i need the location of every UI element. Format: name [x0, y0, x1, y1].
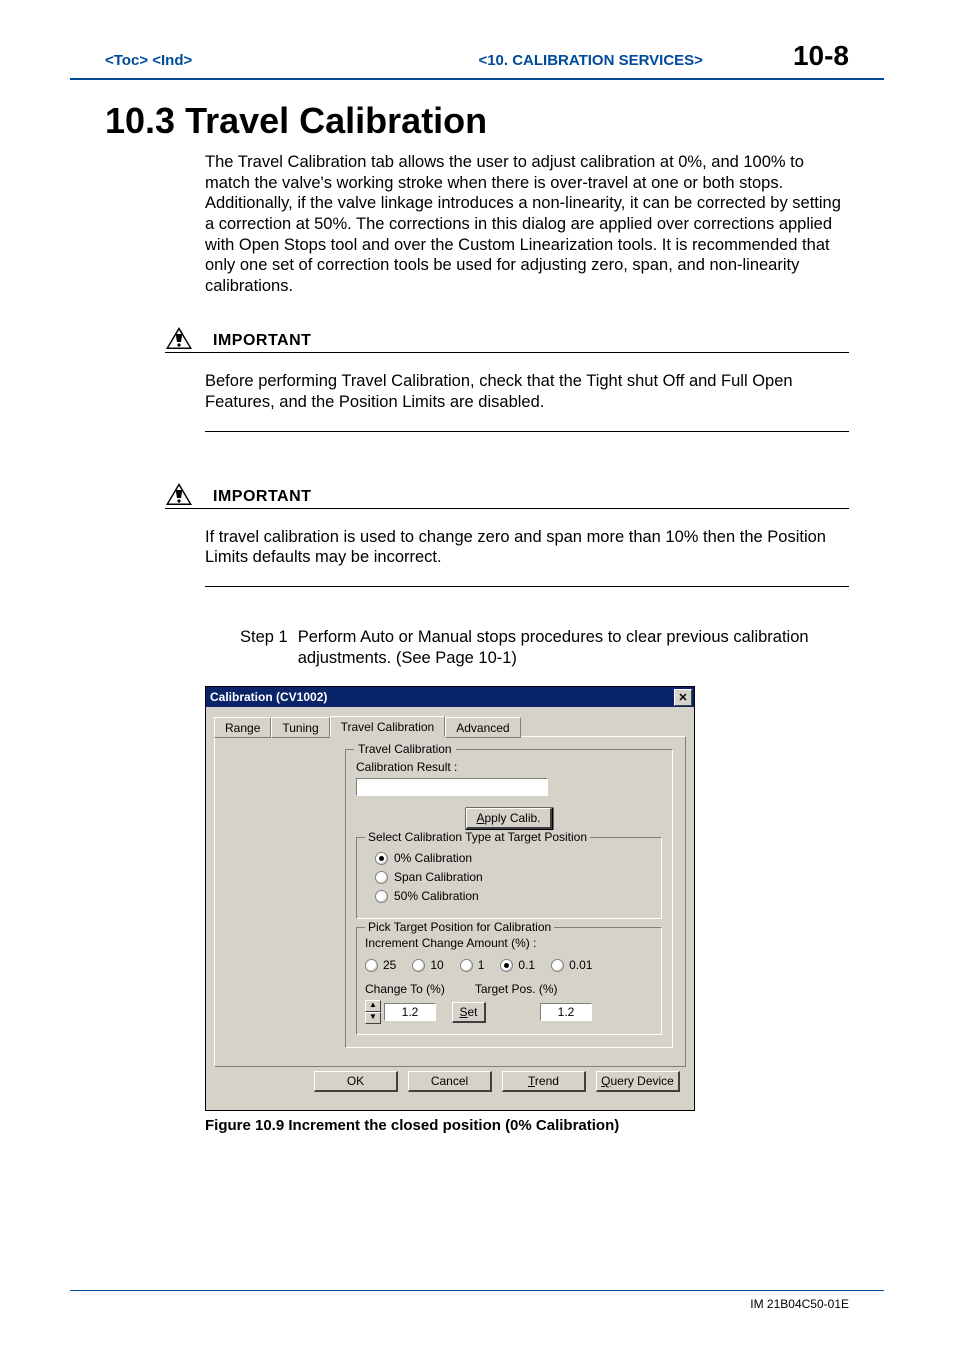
group-travel-calibration: Travel Calibration Calibration Result : …	[345, 749, 673, 1048]
tab-travel-calibration[interactable]: Travel Calibration	[330, 716, 446, 737]
query-device-button[interactable]: Query DeviceQuery Device	[596, 1071, 680, 1092]
figure-caption: Figure 10.9 Increment the closed positio…	[205, 1117, 884, 1134]
group-pick-target: Pick Target Position for Calibration Inc…	[356, 927, 662, 1035]
change-to-spinner[interactable]: ▲ ▼ 1.2	[365, 1000, 436, 1024]
change-to-input[interactable]: 1.2	[384, 1003, 436, 1021]
target-pos-label: Target Pos. (%)	[475, 982, 558, 996]
calibration-result-input[interactable]	[356, 778, 548, 796]
change-to-label: Change To (%)	[365, 982, 445, 996]
tab-tuning[interactable]: Tuning	[271, 717, 329, 738]
increment-options: 25 10 1 0.1 0.01	[365, 958, 653, 972]
calibration-result-label: Calibration Result :	[356, 760, 662, 774]
target-pos-input[interactable]: 1.2	[540, 1003, 592, 1021]
important-label-1: IMPORTANT	[213, 332, 311, 350]
ok-button[interactable]: OK	[314, 1071, 398, 1092]
step-1-label: Step 1	[240, 627, 288, 668]
important-text-2: If travel calibration is used to change …	[205, 527, 849, 587]
footer-doc-id: IM 21B04C50-01E	[750, 1297, 849, 1311]
group-pick-title: Pick Target Position for Calibration	[365, 920, 554, 934]
incr-25[interactable]: 25	[365, 958, 396, 972]
dialog-buttons: OK Cancel TrendTrend Query DeviceQuery D…	[214, 1067, 686, 1102]
radio-icon	[375, 890, 388, 903]
incr-1[interactable]: 1	[460, 958, 485, 972]
apply-calib-button[interactable]: AApply Calib.pply Calib.	[466, 808, 552, 829]
tab-panel: Travel Calibration Calibration Result : …	[214, 736, 686, 1067]
close-icon[interactable]: ✕	[674, 689, 692, 706]
radio-span-label: Span Calibration	[394, 870, 483, 884]
tab-advanced[interactable]: Advanced	[445, 717, 520, 738]
important-label-2: IMPORTANT	[213, 488, 311, 506]
tabs: Range Tuning Travel Calibration Advanced	[214, 715, 686, 736]
radio-span[interactable]: Span Calibration	[375, 870, 653, 884]
trend-button[interactable]: TrendTrend	[502, 1071, 586, 1092]
footer-rule	[70, 1290, 884, 1291]
group-travel-title: Travel Calibration	[354, 742, 456, 756]
intro-paragraph: The Travel Calibration tab allows the us…	[205, 152, 849, 296]
radio-icon	[375, 852, 388, 865]
group-select-title: Select Calibration Type at Target Positi…	[365, 830, 590, 844]
important-text-1: Before performing Travel Calibration, ch…	[205, 371, 849, 431]
spin-up-icon[interactable]: ▲	[365, 1000, 381, 1012]
tab-range[interactable]: Range	[214, 717, 271, 738]
incr-0-1[interactable]: 0.1	[500, 958, 535, 972]
page-number: 10-8	[793, 40, 849, 72]
section-title: 10.3 Travel Calibration	[105, 100, 884, 142]
page-header: <Toc> <Ind> <10. CALIBRATION SERVICES> 1…	[70, 40, 884, 80]
step-1-text: Perform Auto or Manual stops procedures …	[298, 627, 849, 668]
warning-icon	[165, 482, 193, 506]
radio-50pct-label: 50% Calibration	[394, 889, 479, 903]
chapter-label: <10. CALIBRATION SERVICES>	[478, 52, 703, 69]
important-block-1: IMPORTANT Before performing Travel Calib…	[165, 326, 849, 431]
header-left: <Toc> <Ind>	[105, 52, 192, 69]
radio-icon	[375, 871, 388, 884]
radio-0pct[interactable]: 0% Calibration	[375, 851, 653, 865]
dialog-title: Calibration (CV1002)	[210, 690, 327, 704]
set-button[interactable]: SetSet	[452, 1002, 486, 1023]
cancel-button[interactable]: Cancel	[408, 1071, 492, 1092]
radio-50pct[interactable]: 50% Calibration	[375, 889, 653, 903]
calibration-dialog: Calibration (CV1002) ✕ Range Tuning Trav…	[205, 686, 695, 1111]
warning-icon	[165, 326, 193, 350]
dialog-titlebar: Calibration (CV1002) ✕	[206, 687, 694, 707]
radio-0pct-label: 0% Calibration	[394, 851, 472, 865]
incr-0-01[interactable]: 0.01	[551, 958, 592, 972]
increment-label: Increment Change Amount (%) :	[365, 936, 653, 950]
link-toc[interactable]: <Toc>	[105, 52, 148, 69]
group-select-calibration-type: Select Calibration Type at Target Positi…	[356, 837, 662, 919]
important-block-2: IMPORTANT If travel calibration is used …	[165, 482, 849, 587]
link-ind[interactable]: <Ind>	[152, 52, 192, 69]
step-1: Step 1 Perform Auto or Manual stops proc…	[240, 627, 849, 668]
incr-10[interactable]: 10	[412, 958, 443, 972]
spin-down-icon[interactable]: ▼	[365, 1012, 381, 1024]
